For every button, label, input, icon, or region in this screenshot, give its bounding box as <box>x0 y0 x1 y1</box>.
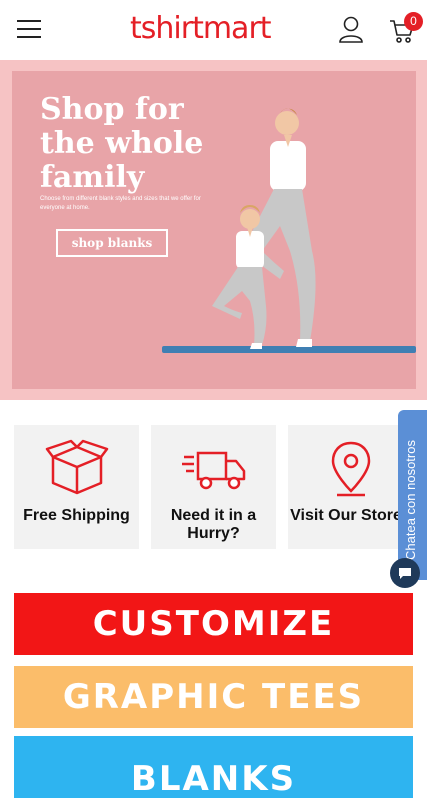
banner-customize[interactable]: CUSTOMIZE <box>14 593 413 655</box>
feature-label: Free Shipping <box>23 507 130 524</box>
chat-bubble-icon[interactable] <box>390 558 420 588</box>
shop-blanks-button[interactable]: shop blanks <box>56 229 168 257</box>
site-header: tshirtmart 0 <box>0 0 427 61</box>
banner-label: BLANKS <box>130 759 297 798</box>
feature-card-hurry[interactable]: Need it in a Hurry? <box>151 425 276 549</box>
chat-tab[interactable]: Chatea con nosotros <box>398 410 427 580</box>
hero-slider[interactable]: Shop for the whole family Choose from di… <box>0 60 427 448</box>
feature-label: Visit Our Stores <box>290 507 411 524</box>
cart-count-badge: 0 <box>404 12 423 31</box>
box-icon <box>45 439 109 495</box>
chat-label: Chatea con nosotros <box>403 440 418 560</box>
banner-graphic-tees[interactable]: GRAPHIC TEES <box>14 666 413 728</box>
hero-slide: Shop for the whole family Choose from di… <box>12 71 416 389</box>
location-pin-icon <box>331 441 371 497</box>
banner-blanks[interactable]: BLANKS <box>14 736 413 798</box>
truck-icon <box>182 451 246 490</box>
logo[interactable]: tshirtmart <box>130 10 272 48</box>
logo-text: tshirtmart <box>130 11 272 46</box>
hamburger-menu-icon[interactable] <box>17 20 41 38</box>
feature-card-stores[interactable]: Visit Our Stores <box>288 425 413 549</box>
banner-label: CUSTOMIZE <box>92 604 335 644</box>
feature-card-free-shipping[interactable]: Free Shipping <box>14 425 139 549</box>
family-yoga-illustration <box>162 108 416 353</box>
feature-label: Need it in a Hurry? <box>170 507 257 542</box>
banner-label: GRAPHIC TEES <box>62 677 365 717</box>
account-icon[interactable] <box>338 16 364 44</box>
